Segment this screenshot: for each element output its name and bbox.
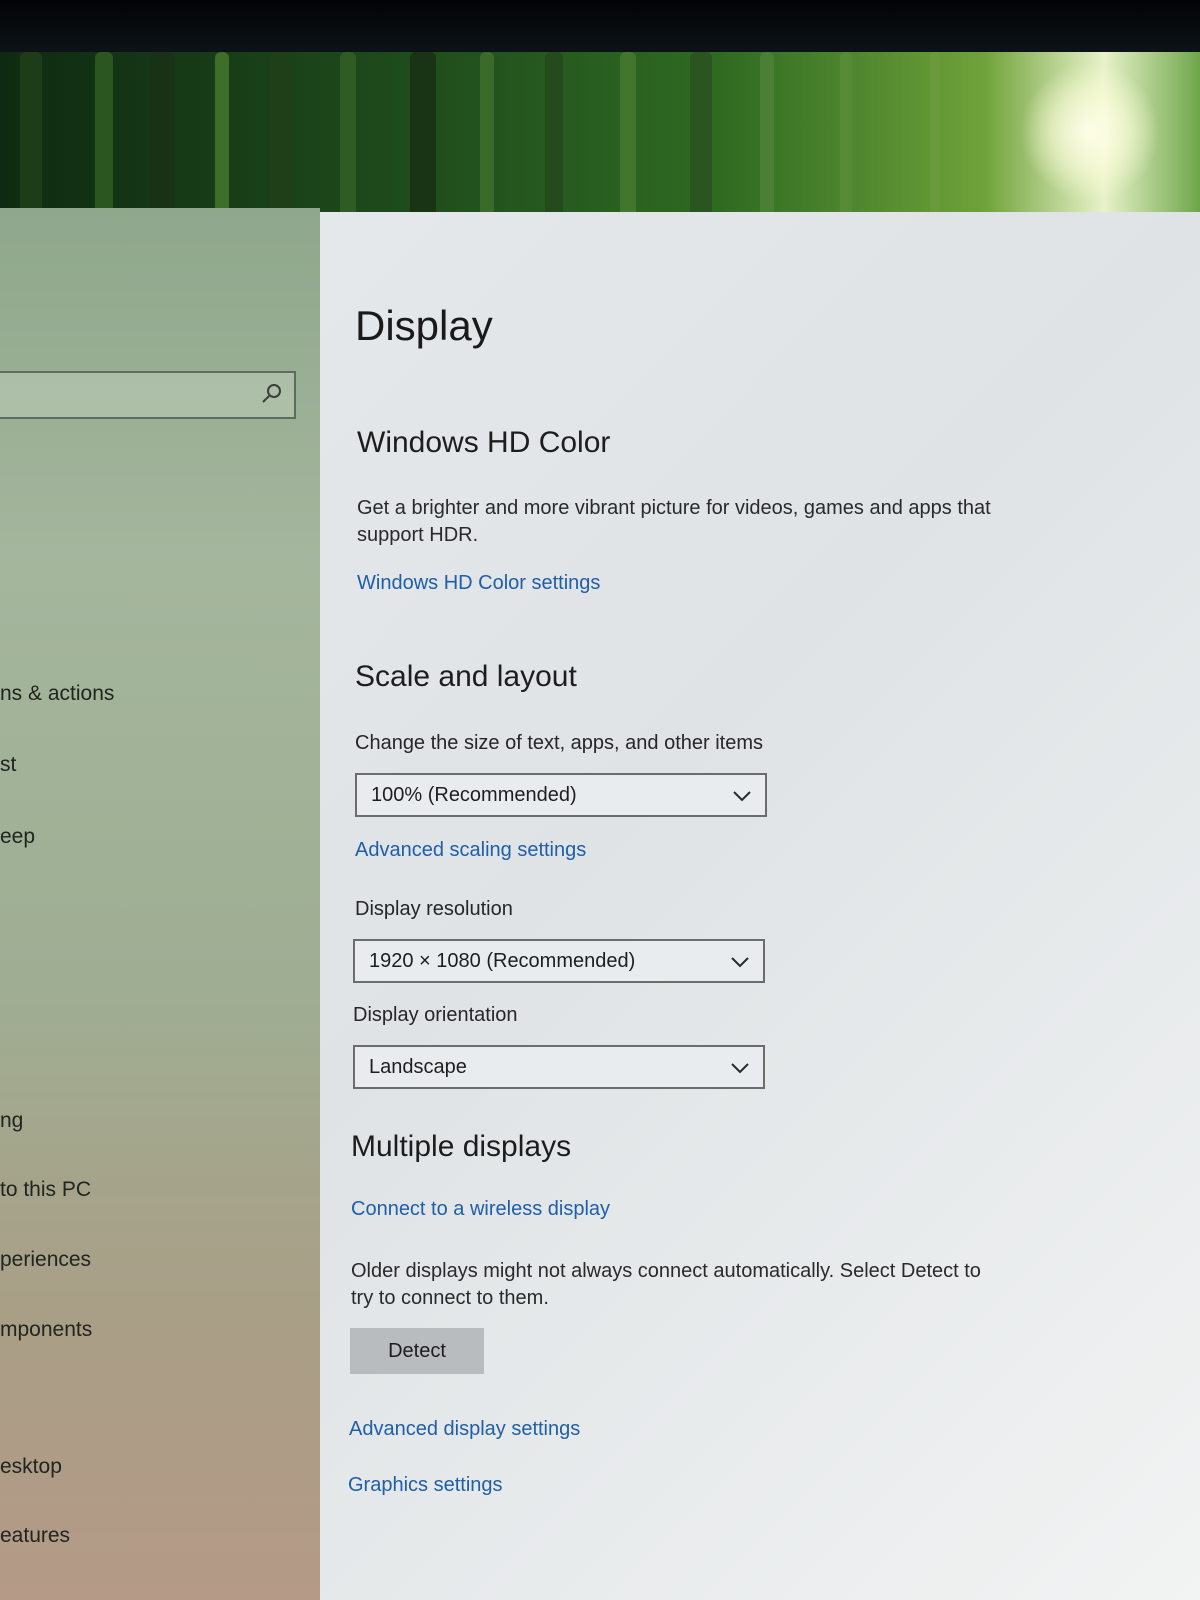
- chevron-down-icon: [731, 957, 749, 968]
- scale-dropdown-value: 100% (Recommended): [371, 784, 577, 806]
- sidebar-item-shared-experiences[interactable]: periences: [0, 1248, 91, 1272]
- bamboo-stalk: [545, 52, 563, 222]
- orientation-label: Display orientation: [353, 1004, 518, 1026]
- settings-sidebar: ns & actions st eep ng to this PC perien…: [0, 208, 320, 1600]
- scale-label: Change the size of text, apps, and other…: [355, 732, 764, 754]
- bamboo-stalk: [410, 52, 436, 222]
- sidebar-item-remote-desktop[interactable]: esktop: [0, 1455, 62, 1479]
- sidebar-item-power-sleep[interactable]: eep: [0, 825, 35, 849]
- bamboo-stalk: [270, 52, 290, 222]
- resolution-label: Display resolution: [355, 898, 513, 920]
- sidebar-item-focus-assist[interactable]: st: [0, 753, 16, 777]
- wireless-display-link[interactable]: Connect to a wireless display: [351, 1198, 610, 1221]
- bamboo-stalk: [340, 52, 356, 222]
- sidebar-item-system-components[interactable]: mponents: [0, 1318, 92, 1342]
- hd-color-heading: Windows HD Color: [357, 426, 611, 459]
- detect-button[interactable]: Detect: [350, 1328, 484, 1374]
- search-icon[interactable]: [260, 382, 284, 406]
- chevron-down-icon: [731, 1063, 749, 1074]
- sidebar-item-optional-features[interactable]: eatures: [0, 1524, 70, 1548]
- advanced-scaling-link[interactable]: Advanced scaling settings: [355, 839, 586, 862]
- chevron-down-icon: [733, 791, 751, 802]
- sidebar-item-notifications-actions[interactable]: ns & actions: [0, 682, 114, 706]
- scale-dropdown[interactable]: 100% (Recommended): [355, 773, 767, 817]
- orientation-dropdown[interactable]: Landscape: [353, 1045, 765, 1089]
- hd-color-settings-link[interactable]: Windows HD Color settings: [357, 572, 600, 595]
- monitor-bezel: [0, 0, 1200, 58]
- older-displays-info-line2: try to connect to them.: [351, 1287, 549, 1309]
- bamboo-stalk: [150, 52, 174, 222]
- scale-layout-heading: Scale and layout: [355, 660, 577, 693]
- multiple-displays-heading: Multiple displays: [351, 1130, 572, 1163]
- bamboo-wallpaper-banner: [0, 52, 1200, 222]
- page-title: Display: [355, 302, 493, 349]
- bamboo-stalk: [620, 52, 636, 222]
- bamboo-stalk: [690, 52, 712, 222]
- hd-color-description-line1: Get a brighter and more vibrant picture …: [357, 497, 991, 519]
- advanced-display-settings-link[interactable]: Advanced display settings: [349, 1418, 580, 1441]
- bamboo-stalk: [20, 52, 42, 222]
- sidebar-item-multitasking[interactable]: ng: [0, 1109, 23, 1133]
- bamboo-stalk: [930, 52, 940, 222]
- sunlight-glow: [1020, 62, 1160, 202]
- bamboo-stalk: [215, 52, 229, 222]
- hd-color-description-line2: support HDR.: [357, 524, 479, 546]
- orientation-dropdown-value: Landscape: [369, 1056, 467, 1078]
- older-displays-info-line1: Older displays might not always connect …: [351, 1260, 981, 1282]
- graphics-settings-link[interactable]: Graphics settings: [348, 1474, 503, 1497]
- sidebar-item-projecting-to-this-pc[interactable]: to this PC: [0, 1178, 91, 1202]
- resolution-dropdown-value: 1920 × 1080 (Recommended): [369, 950, 636, 972]
- bamboo-stalk: [480, 52, 494, 222]
- display-settings-panel: Display Windows HD Color Get a brighter …: [320, 212, 1200, 1600]
- search-input[interactable]: [0, 371, 296, 419]
- bamboo-stalk: [95, 52, 113, 222]
- bamboo-stalk: [760, 52, 774, 222]
- resolution-dropdown[interactable]: 1920 × 1080 (Recommended): [353, 939, 765, 983]
- bamboo-stalk: [840, 52, 852, 222]
